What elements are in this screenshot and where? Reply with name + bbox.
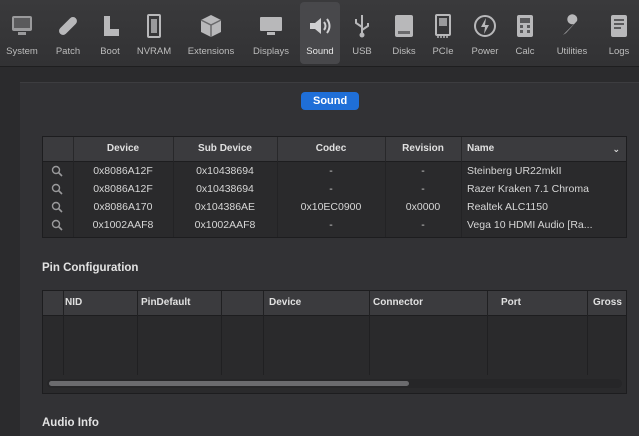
column-header-codec[interactable]: Codec — [277, 137, 386, 161]
search-icon[interactable] — [51, 183, 63, 195]
toolbar-label: Logs — [608, 46, 630, 57]
toolbar-label: Calc — [515, 46, 535, 57]
chevron-down-icon: ⌄ — [612, 144, 620, 154]
column-header-name[interactable]: Name ⌄ — [461, 137, 626, 161]
section-title-pill: Sound — [301, 92, 360, 110]
toolbar-label: Power — [471, 46, 499, 57]
toolbar-label: USB — [352, 46, 372, 57]
sound-device-table[interactable]: Device Sub Device Codec Revision Name ⌄ … — [42, 136, 627, 238]
cell-revision: - — [421, 183, 425, 195]
log-icon — [604, 8, 634, 44]
cell-device: 0x8086A12F — [93, 183, 153, 195]
boot-icon — [95, 8, 125, 44]
column-header-port[interactable]: Port — [501, 291, 521, 315]
search-icon[interactable] — [51, 219, 63, 231]
table-header: Device Sub Device Codec Revision Name ⌄ — [43, 137, 626, 162]
search-icon[interactable] — [51, 201, 63, 213]
column-header-revision[interactable]: Revision — [385, 137, 462, 161]
toolbar-label: Boot — [100, 46, 120, 57]
toolbar: System Patch Boot NVRAM Extensions Displ… — [0, 0, 639, 67]
cell-name: Steinberg UR22mkII — [467, 165, 562, 177]
toolbar-item-calc[interactable]: Calc — [508, 2, 542, 64]
cell-revision: 0x0000 — [405, 201, 441, 213]
toolbar-item-system[interactable]: System — [0, 2, 44, 64]
cell-device: 0x1002AAF8 — [92, 219, 154, 231]
toolbar-item-usb[interactable]: USB — [344, 2, 380, 64]
monitor-icon — [256, 8, 286, 44]
pcie-icon — [428, 8, 458, 44]
cell-revision: - — [421, 219, 425, 231]
toolbar-label: Utilities — [556, 46, 588, 57]
column-header-device[interactable]: Device — [73, 137, 174, 161]
toolbar-item-utilities[interactable]: Utilities — [546, 2, 598, 64]
cell-codec: - — [329, 183, 333, 195]
column-header-sub-device[interactable]: Sub Device — [173, 137, 278, 161]
toolbar-label: Patch — [55, 46, 81, 57]
chip-icon — [139, 8, 169, 44]
column-header-nid[interactable]: NID — [65, 291, 82, 315]
display-icon — [7, 8, 37, 44]
usb-icon — [347, 8, 377, 44]
pin-configuration-title: Pin Configuration — [42, 262, 139, 274]
cell-name: Realtek ALC1150 — [467, 201, 548, 213]
cell-name: Razer Kraken 7.1 Chroma — [467, 183, 589, 195]
cube-icon — [196, 8, 226, 44]
speaker-icon — [305, 8, 335, 44]
toolbar-label: Disks — [392, 46, 416, 57]
toolbar-item-power[interactable]: Power — [464, 2, 506, 64]
pin-configuration-table[interactable]: NID PinDefault Device Connector Port Gro… — [42, 290, 627, 394]
scrollbar-thumb[interactable] — [49, 381, 409, 386]
bandage-icon — [53, 8, 83, 44]
wrench-icon — [557, 8, 587, 44]
toolbar-item-logs[interactable]: Logs — [600, 2, 638, 64]
toolbar-item-sound[interactable]: Sound — [300, 2, 340, 64]
audio-info-title: Audio Info — [42, 417, 99, 429]
table-row[interactable]: 0x1002AAF8 0x1002AAF8 - - Vega 10 HDMI A… — [43, 216, 626, 234]
column-header-gross[interactable]: Gross — [593, 291, 622, 315]
toolbar-label: System — [6, 46, 38, 57]
toolbar-item-pcie[interactable]: PCIe — [426, 2, 460, 64]
power-icon — [470, 8, 500, 44]
table-header: NID PinDefault Device Connector Port Gro… — [43, 291, 626, 316]
column-header-pindefault[interactable]: PinDefault — [141, 291, 190, 315]
table-row[interactable]: 0x8086A12F 0x10438694 - - Razer Kraken 7… — [43, 180, 626, 198]
table-row[interactable]: 0x8086A12F 0x10438694 - - Steinberg UR22… — [43, 162, 626, 180]
toolbar-label: PCIe — [432, 46, 454, 57]
column-header-name-label: Name — [467, 143, 495, 154]
toolbar-label: Displays — [253, 46, 289, 57]
table-row[interactable]: 0x8086A170 0x104386AE 0x10EC0900 0x0000 … — [43, 198, 626, 216]
column-header-blank — [43, 137, 74, 161]
cell-sub-device: 0x10438694 — [196, 183, 254, 195]
search-icon[interactable] — [51, 165, 63, 177]
toolbar-item-extensions[interactable]: Extensions — [180, 2, 242, 64]
toolbar-item-displays[interactable]: Displays — [246, 2, 296, 64]
cell-device: 0x8086A170 — [93, 201, 153, 213]
toolbar-item-disks[interactable]: Disks — [384, 2, 424, 64]
cell-name: Vega 10 HDMI Audio [Ra... — [467, 219, 593, 231]
toolbar-item-boot[interactable]: Boot — [92, 2, 128, 64]
cell-sub-device: 0x10438694 — [196, 165, 254, 177]
cell-sub-device: 0x1002AAF8 — [194, 219, 256, 231]
toolbar-label: NVRAM — [136, 46, 172, 57]
column-header-connector[interactable]: Connector — [373, 291, 423, 315]
toolbar-item-nvram[interactable]: NVRAM — [132, 2, 176, 64]
toolbar-label: Extensions — [187, 46, 235, 57]
cell-revision: - — [421, 165, 425, 177]
toolbar-item-patch[interactable]: Patch — [48, 2, 88, 64]
cell-sub-device: 0x104386AE — [194, 201, 256, 213]
column-header-device[interactable]: Device — [269, 291, 301, 315]
disk-icon — [389, 8, 419, 44]
cell-device: 0x8086A12F — [93, 165, 153, 177]
cell-codec: - — [329, 219, 333, 231]
horizontal-scrollbar[interactable] — [47, 379, 622, 388]
cell-codec: - — [329, 165, 333, 177]
calculator-icon — [510, 8, 540, 44]
toolbar-label: Sound — [306, 46, 334, 57]
cell-codec: 0x10EC0900 — [300, 201, 362, 213]
